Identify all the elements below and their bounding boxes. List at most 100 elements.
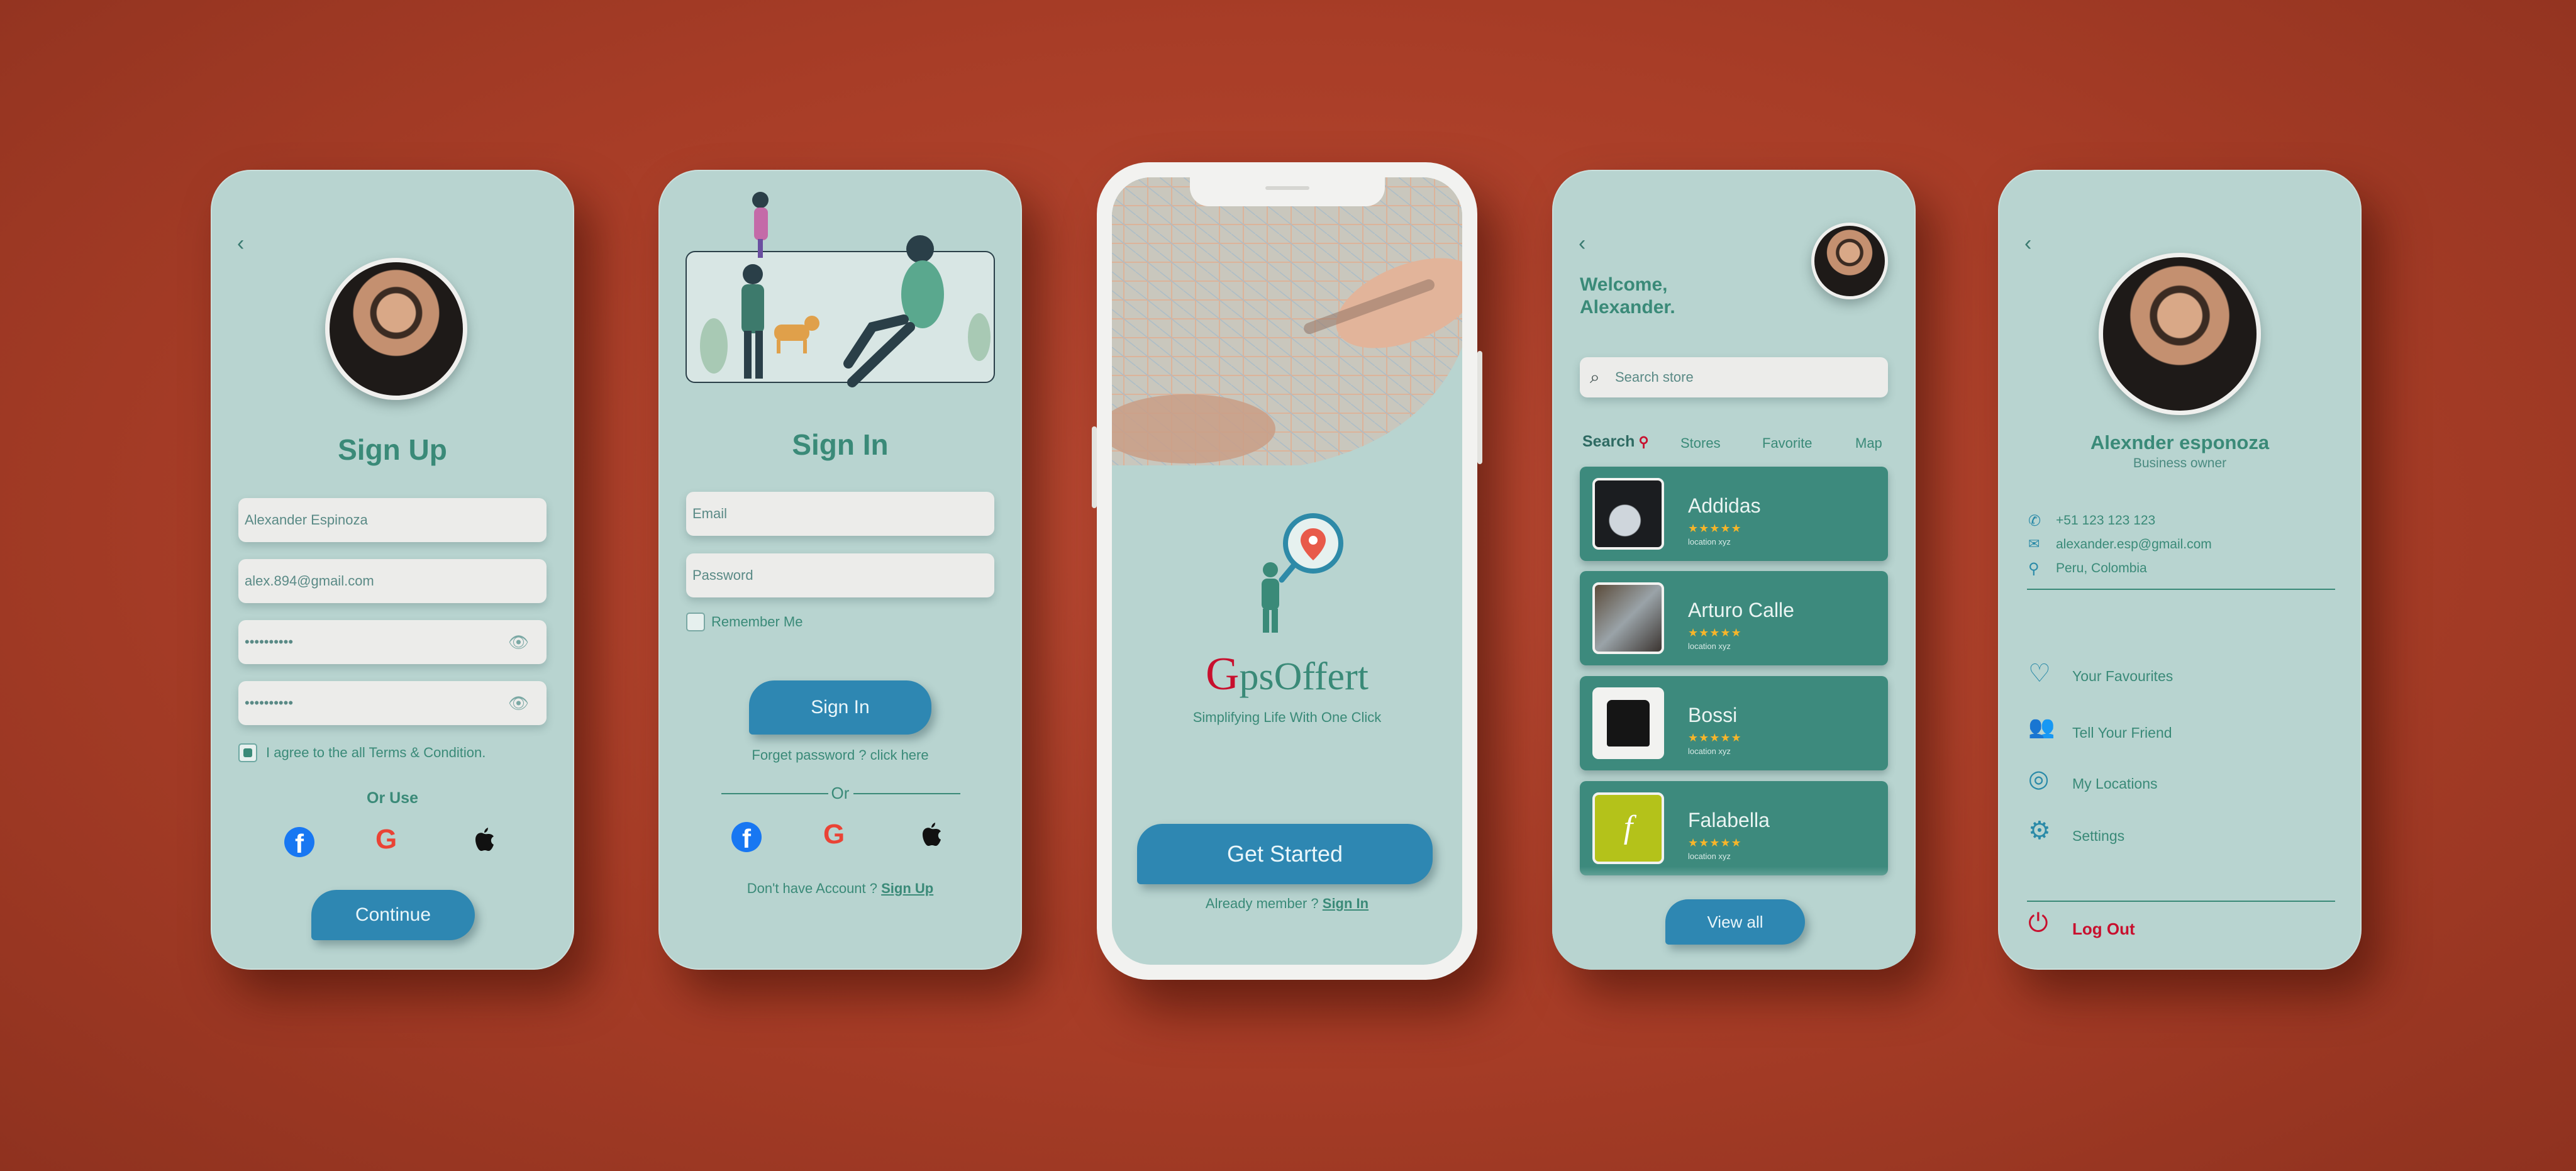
store-card[interactable]: Arturo Calle ★★★★★ location xyz (1580, 571, 1888, 665)
member-prompt: Already member ? Sign In (1112, 896, 1462, 912)
tab-search[interactable]: Search ⚲ (1582, 433, 1649, 451)
menu-your-favourites[interactable]: Your Favourites (2072, 668, 2173, 685)
search-input[interactable]: ⌕ Search store (1580, 357, 1888, 397)
view-all-button[interactable]: View all (1665, 899, 1805, 945)
signup-link[interactable]: Sign Up (881, 880, 933, 896)
facebook-icon[interactable]: f (284, 827, 314, 858)
or-use-label: Or Use (367, 789, 418, 807)
logout-button[interactable]: Log Out (2072, 919, 2135, 939)
power-button (1477, 351, 1482, 464)
confirm-password-mask: •••••••••• (245, 695, 294, 711)
google-icon[interactable]: G (823, 819, 845, 850)
back-button[interactable]: ‹ (2024, 231, 2031, 256)
divider (2027, 901, 2335, 902)
welcome-line-1: Welcome, (1580, 274, 1668, 295)
email-field[interactable]: alex.894@gmail.com (238, 559, 547, 603)
landing-device: GpsOffert Simplifying Life With One Clic… (1092, 162, 1482, 980)
or-label: Or (831, 784, 850, 802)
tab-stores[interactable]: Stores (1680, 435, 1721, 452)
search-icon: ⌕ (1590, 367, 1600, 387)
home-screen: ‹ Welcome, Alexander. ⌕ Search store Sea… (1552, 170, 1916, 970)
store-rating: ★★★★★ (1688, 522, 1742, 535)
avatar[interactable] (1811, 223, 1888, 299)
store-location: location xyz (1688, 746, 1731, 756)
mail-icon: ✉ (2028, 536, 2040, 552)
signin-link[interactable]: Sign In (1323, 896, 1368, 911)
avatar (2099, 253, 2261, 415)
volume-button (1092, 426, 1097, 508)
explorer-icon (1262, 513, 1343, 633)
contact-phone: +51 123 123 123 (2056, 513, 2156, 528)
store-location: location xyz (1688, 641, 1731, 651)
tagline: Simplifying Life With One Click (1192, 709, 1382, 725)
signin-button[interactable]: Sign In (749, 680, 931, 735)
profile-screen: ‹ Alexnder esponoza Business owner ✆ +51… (1998, 170, 2362, 970)
password-input[interactable]: Password (686, 553, 994, 597)
eye-icon[interactable]: 👁 (508, 620, 529, 664)
forgot-password-link[interactable]: Forget password ? click here (658, 747, 1022, 763)
landing-screen: GpsOffert Simplifying Life With One Clic… (1112, 177, 1462, 965)
menu-tell-your-friend[interactable]: Tell Your Friend (2072, 724, 2172, 741)
back-button[interactable]: ‹ (237, 231, 244, 256)
remember-checkbox[interactable] (686, 613, 705, 631)
location-pin-icon: ⚲ (1635, 434, 1649, 450)
apple-icon[interactable] (916, 820, 944, 850)
store-rating: ★★★★★ (1688, 626, 1742, 639)
store-card[interactable]: Bossi ★★★★★ location xyz (1580, 676, 1888, 770)
divider (853, 793, 960, 794)
falabella-logo-icon: f (1592, 792, 1664, 864)
product-image (1592, 478, 1664, 550)
password-mask: •••••••••• (245, 634, 294, 650)
tab-map[interactable]: Map (1855, 435, 1882, 452)
people-illustration (686, 192, 995, 387)
email-input[interactable]: Email (686, 492, 994, 536)
facebook-icon[interactable]: f (731, 822, 762, 853)
contact-location: Peru, Colombia (2056, 561, 2147, 575)
password-field[interactable]: •••••••••• 👁 (238, 620, 547, 664)
tab-favorite[interactable]: Favorite (1762, 435, 1812, 452)
store-name: Bossi (1688, 704, 1738, 726)
store-location: location xyz (1688, 537, 1731, 547)
menu-settings[interactable]: Settings (2072, 828, 2124, 845)
product-image (1592, 687, 1664, 759)
gear-icon: ⚙ (2028, 817, 2051, 845)
search-placeholder: Search store (1615, 369, 1694, 385)
apple-icon[interactable] (469, 825, 497, 855)
tshirt-shape (1607, 700, 1650, 746)
signup-screen: ‹ Sign Up Alexander Espinoza alex.894@gm… (211, 170, 574, 970)
avatar (325, 258, 467, 400)
heart-icon: ♡ (2028, 660, 2051, 687)
back-button[interactable]: ‹ (1579, 231, 1585, 256)
profile-name: Alexnder esponoza (2090, 431, 2270, 453)
member-label: Already member ? (1205, 896, 1319, 911)
profile-role: Business owner (2133, 456, 2227, 470)
map-photo (1112, 177, 1462, 465)
name-field[interactable]: Alexander Espinoza (238, 498, 547, 542)
confirm-password-field[interactable]: •••••••••• 👁 (238, 681, 547, 725)
brand-name: psOffert (1239, 655, 1368, 698)
page-title: Sign Up (338, 433, 447, 466)
eye-icon[interactable]: 👁 (508, 681, 529, 725)
power-icon: ⏻ (2028, 909, 2048, 937)
store-rating: ★★★★★ (1688, 731, 1742, 744)
continue-button[interactable]: Continue (311, 890, 475, 940)
location-pin-icon: ⚲ (2028, 560, 2040, 577)
check-mark-icon (243, 748, 252, 757)
google-icon[interactable]: G (375, 824, 397, 855)
get-started-button[interactable]: Get Started (1137, 824, 1433, 884)
target-icon: ◎ (2028, 766, 2050, 792)
brand-logo: GpsOffert (1112, 648, 1462, 701)
store-card[interactable]: f Falabella ★★★★★ location xyz (1580, 781, 1888, 875)
terms-label: I agree to the all Terms & Condition. (266, 745, 486, 760)
terms-checkbox[interactable] (238, 743, 257, 762)
welcome-line-2: Alexander. (1580, 297, 1675, 318)
users-icon: 👥 (2028, 715, 2055, 739)
store-card[interactable]: Addidas ★★★★★ location xyz (1580, 467, 1888, 561)
store-location: location xyz (1688, 852, 1731, 861)
speaker (1265, 186, 1309, 190)
remember-label: Remember Me (711, 614, 803, 630)
phone-icon: ✆ (2028, 513, 2041, 530)
no-account-label: Don't have Account ? (747, 880, 877, 896)
menu-my-locations[interactable]: My Locations (2072, 775, 2158, 792)
store-name: Falabella (1688, 809, 1770, 831)
